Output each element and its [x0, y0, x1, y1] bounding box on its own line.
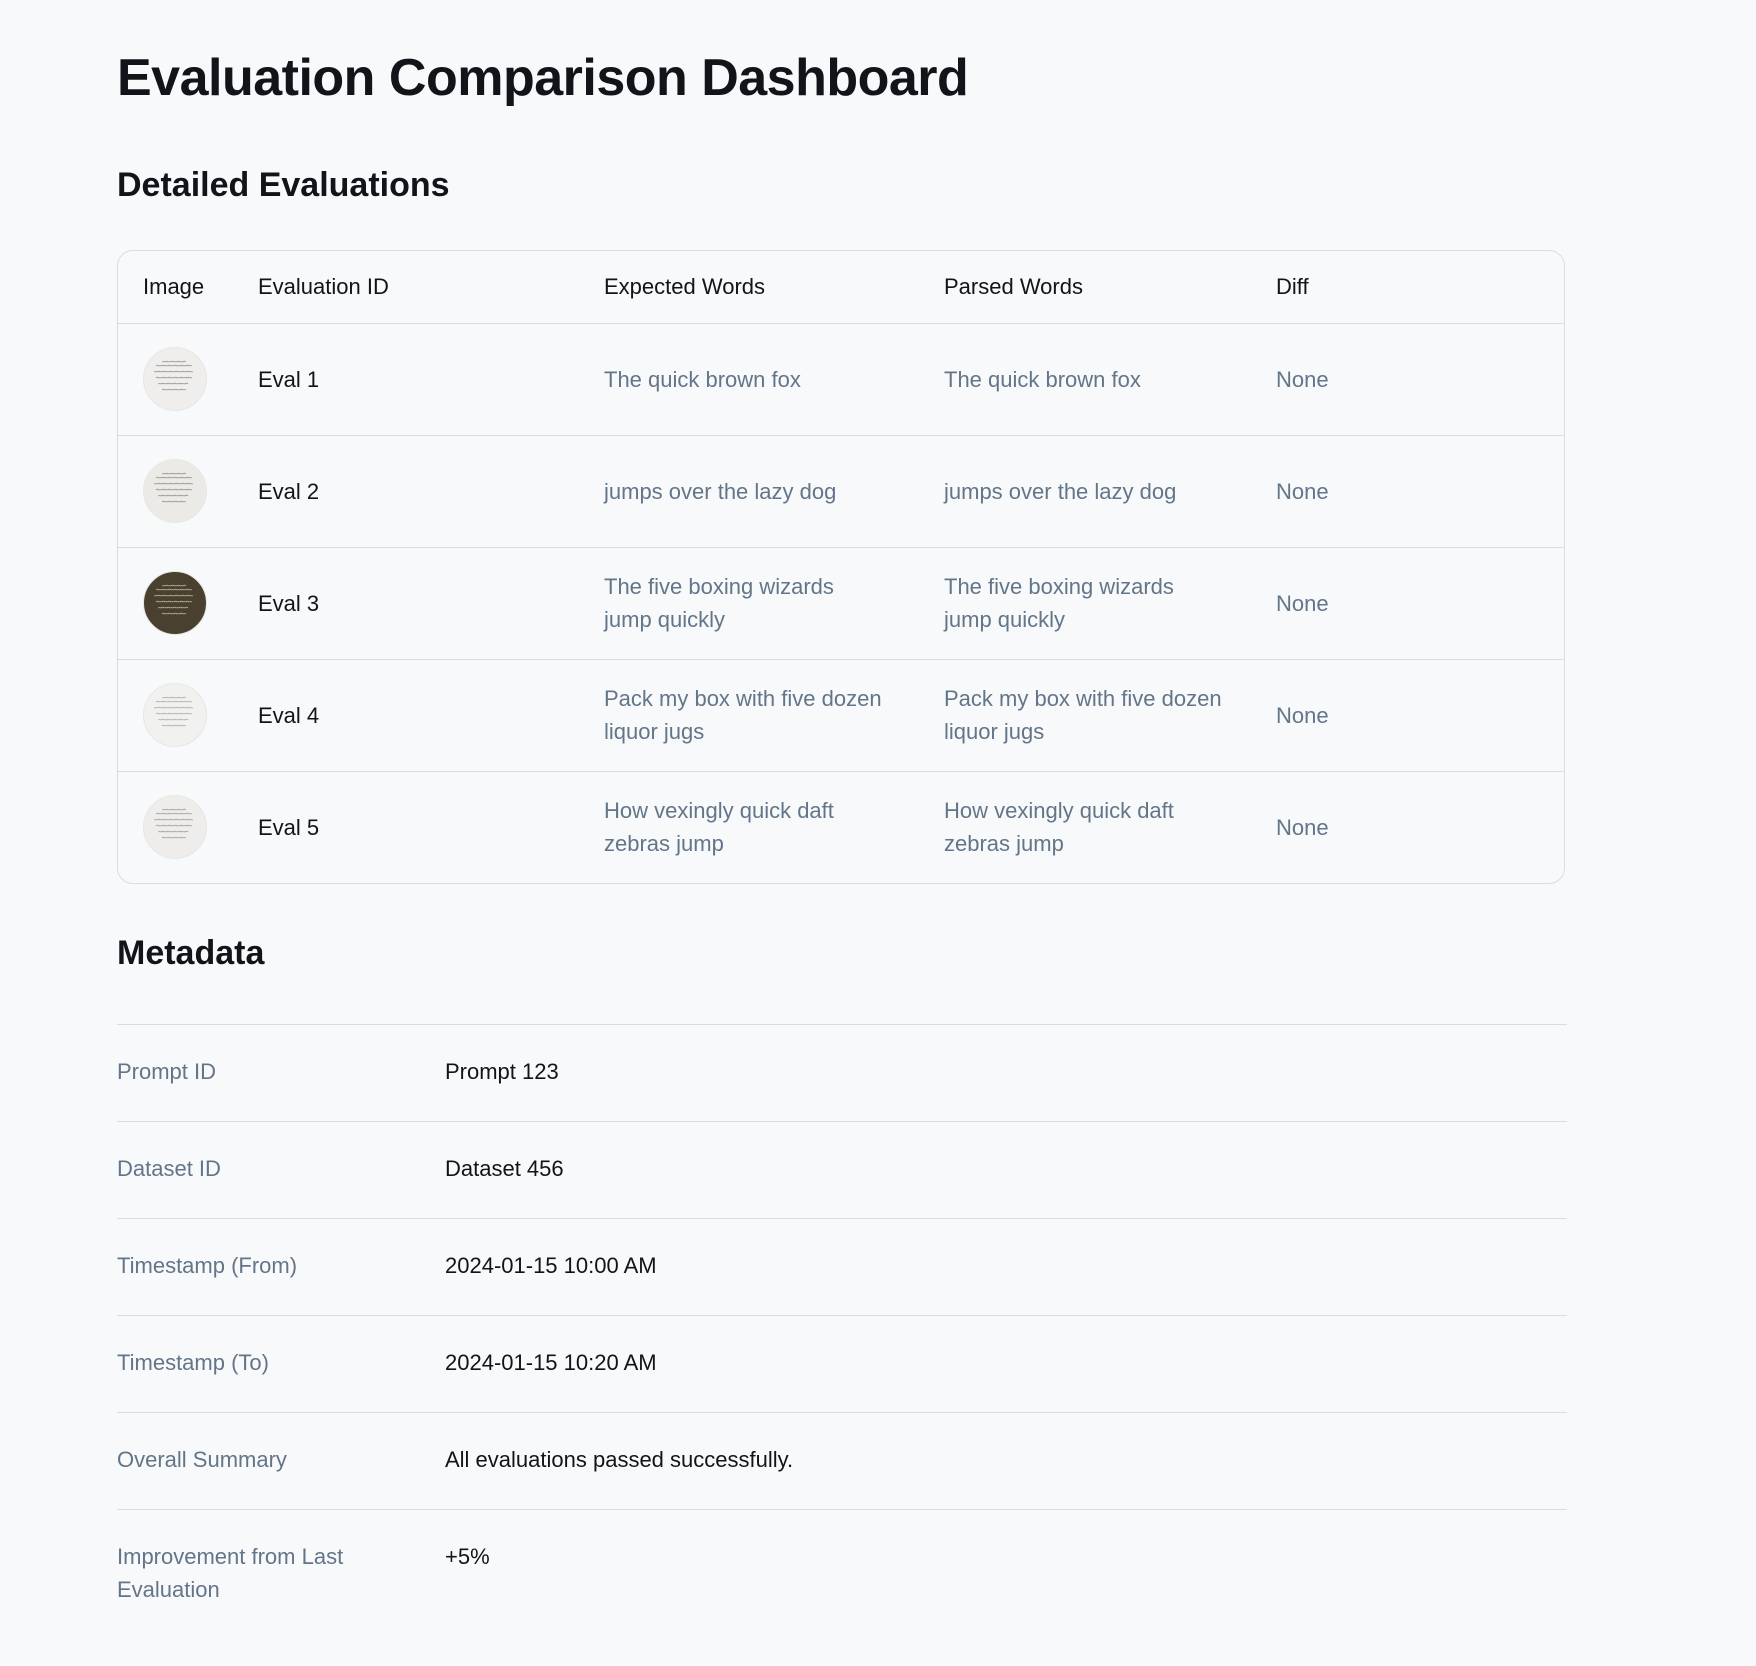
handwriting-scribble: [153, 584, 194, 615]
expected-words: Pack my box with five dozen liquor jugs: [604, 686, 882, 744]
scribble-line: [157, 494, 189, 497]
scribble-line: [155, 700, 193, 703]
expected-words: How vexingly quick daft zebras jump: [604, 798, 834, 856]
expected-words: The quick brown fox: [604, 366, 801, 392]
scribble-line: [161, 500, 187, 503]
metadata-row-timestamp-from: Timestamp (From) 2024-01-15 10:00 AM: [117, 1218, 1567, 1315]
diff-value: None: [1276, 478, 1329, 504]
scribble-line: [161, 696, 187, 699]
table-row[interactable]: Eval 3 The five boxing wizards jump quic…: [118, 547, 1564, 660]
dashboard-page: Evaluation Comparison Dashboard Detailed…: [0, 0, 1756, 1666]
scribble-line: [155, 712, 193, 715]
scribble-line: [157, 830, 189, 833]
handwriting-image-thumbnail[interactable]: [143, 683, 207, 747]
metadata-row-prompt-id: Prompt ID Prompt 123: [117, 1024, 1567, 1121]
metadata-value: Prompt 123: [445, 1059, 559, 1084]
diff-value: None: [1276, 590, 1329, 616]
handwriting-scribble: [153, 360, 194, 391]
metadata-row-dataset-id: Dataset ID Dataset 456: [117, 1121, 1567, 1218]
table-row[interactable]: Eval 5 How vexingly quick daft zebras ju…: [118, 771, 1564, 883]
metadata-label: Timestamp (From): [117, 1253, 298, 1278]
scribble-line: [155, 812, 193, 815]
scribble-line: [161, 388, 187, 391]
column-header-expected-words: Expected Words: [604, 274, 766, 299]
column-header-diff: Diff: [1276, 274, 1309, 299]
scribble-line: [153, 594, 194, 597]
evaluations-section-title: Detailed Evaluations: [117, 166, 450, 204]
scribble-line: [153, 706, 194, 709]
metadata-value: +5%: [445, 1544, 490, 1569]
column-header-evaluation-id: Evaluation ID: [258, 274, 389, 299]
scribble-line: [161, 584, 187, 587]
parsed-words: How vexingly quick daft zebras jump: [944, 798, 1174, 856]
table-row[interactable]: Eval 2 jumps over the lazy dog jumps ove…: [118, 435, 1564, 548]
evaluations-table: Image Evaluation ID Expected Words Parse…: [117, 250, 1565, 884]
scribble-line: [155, 476, 193, 479]
scribble-line: [153, 482, 194, 485]
scribble-line: [153, 370, 194, 373]
parsed-words: The quick brown fox: [944, 366, 1141, 392]
parsed-words: jumps over the lazy dog: [944, 478, 1177, 504]
handwriting-image-thumbnail[interactable]: [143, 459, 207, 523]
metadata-label: Overall Summary: [117, 1447, 287, 1472]
table-row[interactable]: Eval 4 Pack my box with five dozen liquo…: [118, 659, 1564, 772]
metadata-label: Timestamp (To): [117, 1350, 269, 1375]
parsed-words: The five boxing wizards jump quickly: [944, 574, 1174, 632]
scribble-line: [155, 376, 193, 379]
table-header: Image Evaluation ID Expected Words Parse…: [118, 251, 1564, 324]
metadata-label: Improvement from Last Evaluation: [117, 1544, 344, 1602]
evaluation-id: Eval 5: [258, 814, 320, 840]
metadata-value: All evaluations passed successfully.: [445, 1447, 794, 1472]
metadata-section-title: Metadata: [117, 934, 265, 972]
expected-words: The five boxing wizards jump quickly: [604, 574, 834, 632]
diff-value: None: [1276, 814, 1329, 840]
scribble-line: [153, 818, 194, 821]
handwriting-image-thumbnail[interactable]: [143, 571, 207, 635]
scribble-line: [155, 364, 193, 367]
evaluation-id: Eval 3: [258, 590, 320, 616]
diff-value: None: [1276, 702, 1329, 728]
scribble-line: [161, 836, 187, 839]
scribble-line: [161, 612, 187, 615]
scribble-line: [157, 606, 189, 609]
table-row[interactable]: Eval 1 The quick brown fox The quick bro…: [118, 323, 1564, 436]
scribble-line: [155, 600, 193, 603]
metadata-label: Dataset ID: [117, 1156, 221, 1181]
evaluation-id: Eval 2: [258, 478, 320, 504]
scribble-line: [155, 588, 193, 591]
evaluation-id: Eval 4: [258, 702, 320, 728]
column-header-parsed-words: Parsed Words: [944, 274, 1083, 299]
scribble-line: [157, 718, 189, 721]
scribble-line: [161, 724, 187, 727]
handwriting-image-thumbnail[interactable]: [143, 347, 207, 411]
metadata-label: Prompt ID: [117, 1059, 217, 1084]
expected-words: jumps over the lazy dog: [604, 478, 837, 504]
scribble-line: [155, 488, 193, 491]
handwriting-scribble: [153, 808, 194, 839]
scribble-line: [161, 360, 187, 363]
metadata-row-overall-summary: Overall Summary All evaluations passed s…: [117, 1412, 1567, 1509]
scribble-line: [161, 472, 187, 475]
metadata-row-improvement: Improvement from Last Evaluation +5%: [117, 1509, 1567, 1619]
handwriting-scribble: [153, 472, 194, 503]
column-header-image: Image: [143, 274, 205, 299]
scribble-line: [155, 824, 193, 827]
page-title: Evaluation Comparison Dashboard: [117, 49, 969, 107]
scribble-line: [157, 382, 189, 385]
metadata-value: 2024-01-15 10:00 AM: [445, 1253, 657, 1278]
metadata-value: 2024-01-15 10:20 AM: [445, 1350, 657, 1375]
evaluation-id: Eval 1: [258, 366, 320, 392]
diff-value: None: [1276, 366, 1329, 392]
handwriting-scribble: [153, 696, 194, 727]
metadata-value: Dataset 456: [445, 1156, 564, 1181]
handwriting-image-thumbnail[interactable]: [143, 795, 207, 859]
scribble-line: [161, 808, 187, 811]
parsed-words: Pack my box with five dozen liquor jugs: [944, 686, 1222, 744]
metadata-row-timestamp-to: Timestamp (To) 2024-01-15 10:20 AM: [117, 1315, 1567, 1412]
